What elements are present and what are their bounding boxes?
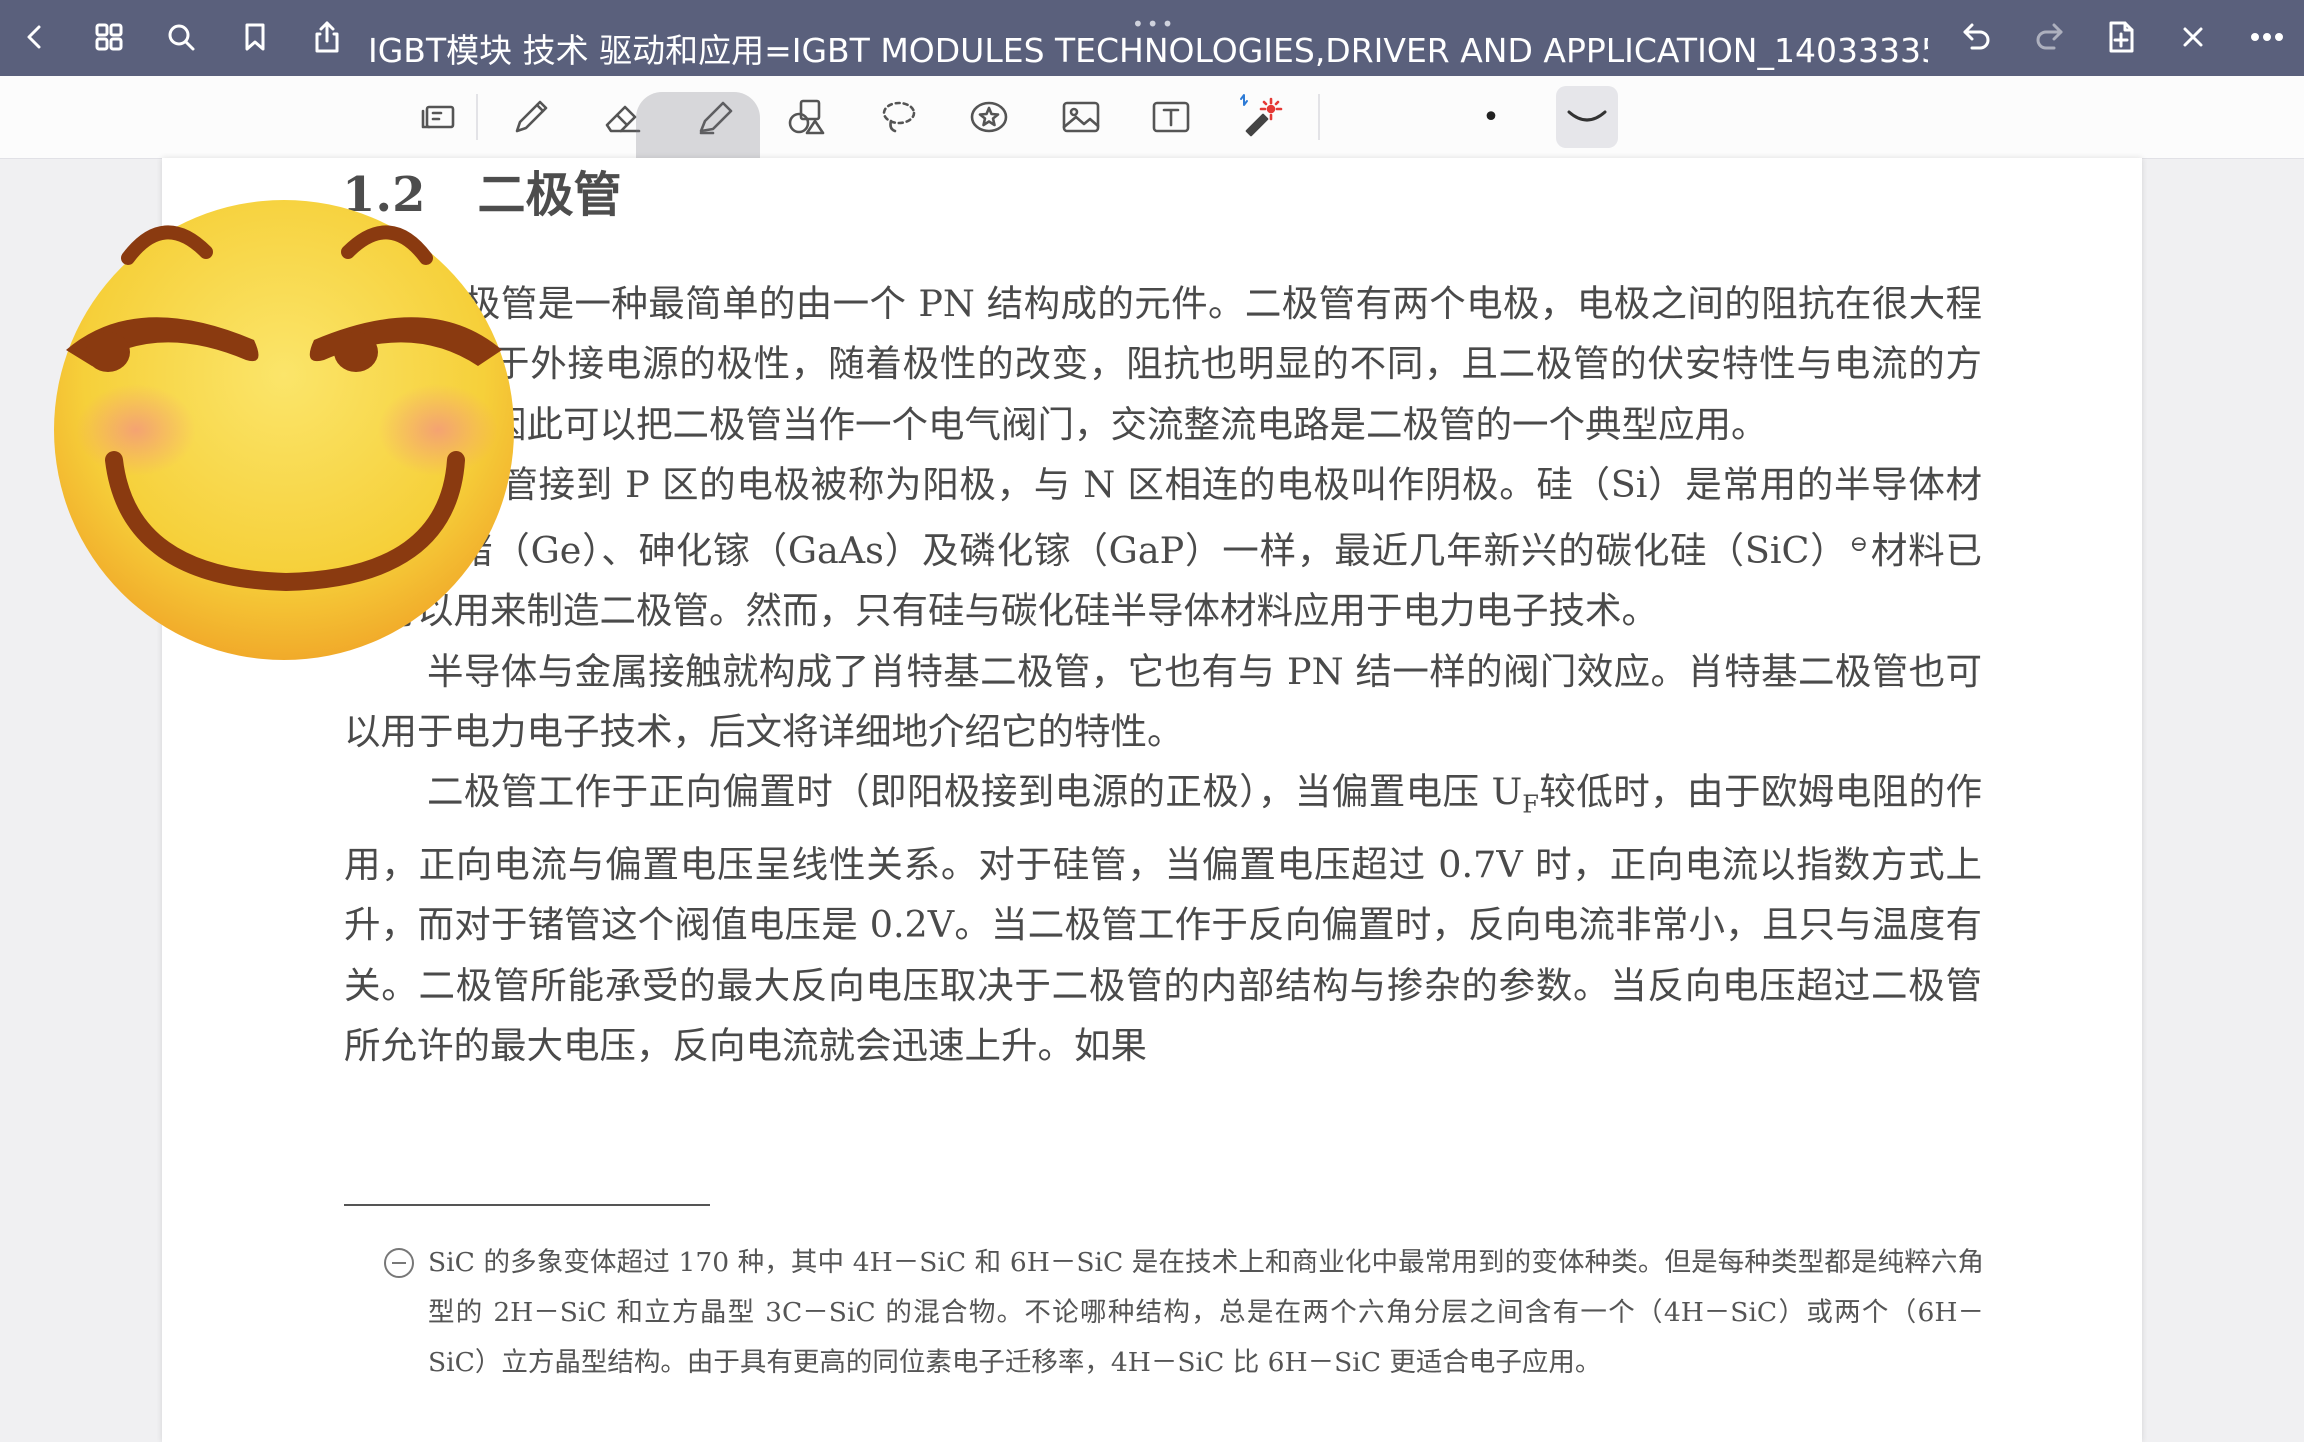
paragraph-2: 二极管接到 P 区的电极被称为阳极，与 N 区相连的电极叫作阴极。硅（Si）是常… [344,455,1982,642]
paragraph-4-subscript: F [1522,790,1539,819]
emoji-left-pupil [86,332,130,372]
footnote-separator [344,1204,710,1206]
paragraph-3: 半导体与金属接触就构成了肖特基二极管，它也有与 PN 结一样的阀门效应。肖特基二… [344,649,1982,754]
footnote-reference[interactable]: ⊖ [1850,532,1868,557]
top-navigation-bar: ••• IGBT模块 技术 驱动和应用=IGBT MODULES TECHNOL… [0,0,2304,76]
lasso-icon[interactable] [868,86,930,148]
close-icon[interactable] [2170,14,2216,60]
toolbar-divider [1318,94,1320,140]
footnote-marker-icon [384,1248,414,1278]
toolbar-divider [476,94,478,140]
paragraph-1: 二极管是一种最简单的由一个 PN 结构成的元件。二极管有两个电极，电极之间的阻抗… [344,282,1982,446]
undo-icon[interactable] [1954,14,2000,60]
document-title-text: IGBT模块 技术 驱动和应用=IGBT MODULES TECHNOLOGIE… [368,31,1928,70]
paragraph-2-text-a: 二极管接到 P 区的电极被称为阳极，与 N 区相连的电极叫作阴极。硅（Si）是常… [344,462,1982,573]
footnote: SiC 的多象变体超过 170 种，其中 4H－SiC 和 6H－SiC 是在技… [384,1238,1984,1388]
emoji-left-cheek [76,384,196,476]
paragraph-4: 二极管工作于正向偏置时（即阳极接到电源的正极），当偏置电压 UF较低时，由于欧姆… [344,762,1982,1076]
add-page-icon[interactable] [2098,14,2144,60]
footnote-text: SiC 的多象变体超过 170 种，其中 4H－SiC 和 6H－SiC 是在技… [428,1247,1984,1378]
stroke-style-curve-icon[interactable] [1556,86,1618,148]
back-icon[interactable] [12,14,58,60]
annotation-toolbar: • [0,76,2304,216]
redo-icon[interactable] [2026,14,2072,60]
paragraph-4-text-b: 较低时，由于欧姆电阻的作用，正向电流与偏置电压呈线性关系。对于硅管，当偏置电压超… [344,770,1982,1067]
image-icon[interactable] [1050,86,1112,148]
laser-pointer-icon[interactable] [1230,86,1292,148]
sticker-icon[interactable] [958,86,1020,148]
body-text: 二极管是一种最简单的由一个 PN 结构成的元件。二极管有两个电极，电极之间的阻抗… [344,274,1982,1076]
thumbnails-icon[interactable] [86,14,132,60]
reader-mode-icon[interactable] [408,86,470,148]
search-icon[interactable] [158,14,204,60]
share-icon[interactable] [304,14,350,60]
shapes-icon[interactable] [776,86,838,148]
stroke-size-dot[interactable]: • [1460,86,1522,148]
paragraph-4-text-a: 二极管工作于正向偏置时（即阳极接到电源的正极），当偏置电压 U [427,770,1523,814]
document-title[interactable]: IGBT模块 技术 驱动和应用=IGBT MODULES TECHNOLOGIE… [368,28,1928,76]
more-icon[interactable] [2244,14,2290,60]
emoji-right-cheek [378,384,498,476]
bookmark-icon[interactable] [232,14,278,60]
smiling-face-emoji-sticker[interactable] [36,190,576,680]
emoji-right-pupil [334,332,378,372]
text-box-icon[interactable] [1140,86,1202,148]
pen-icon[interactable] [500,86,562,148]
